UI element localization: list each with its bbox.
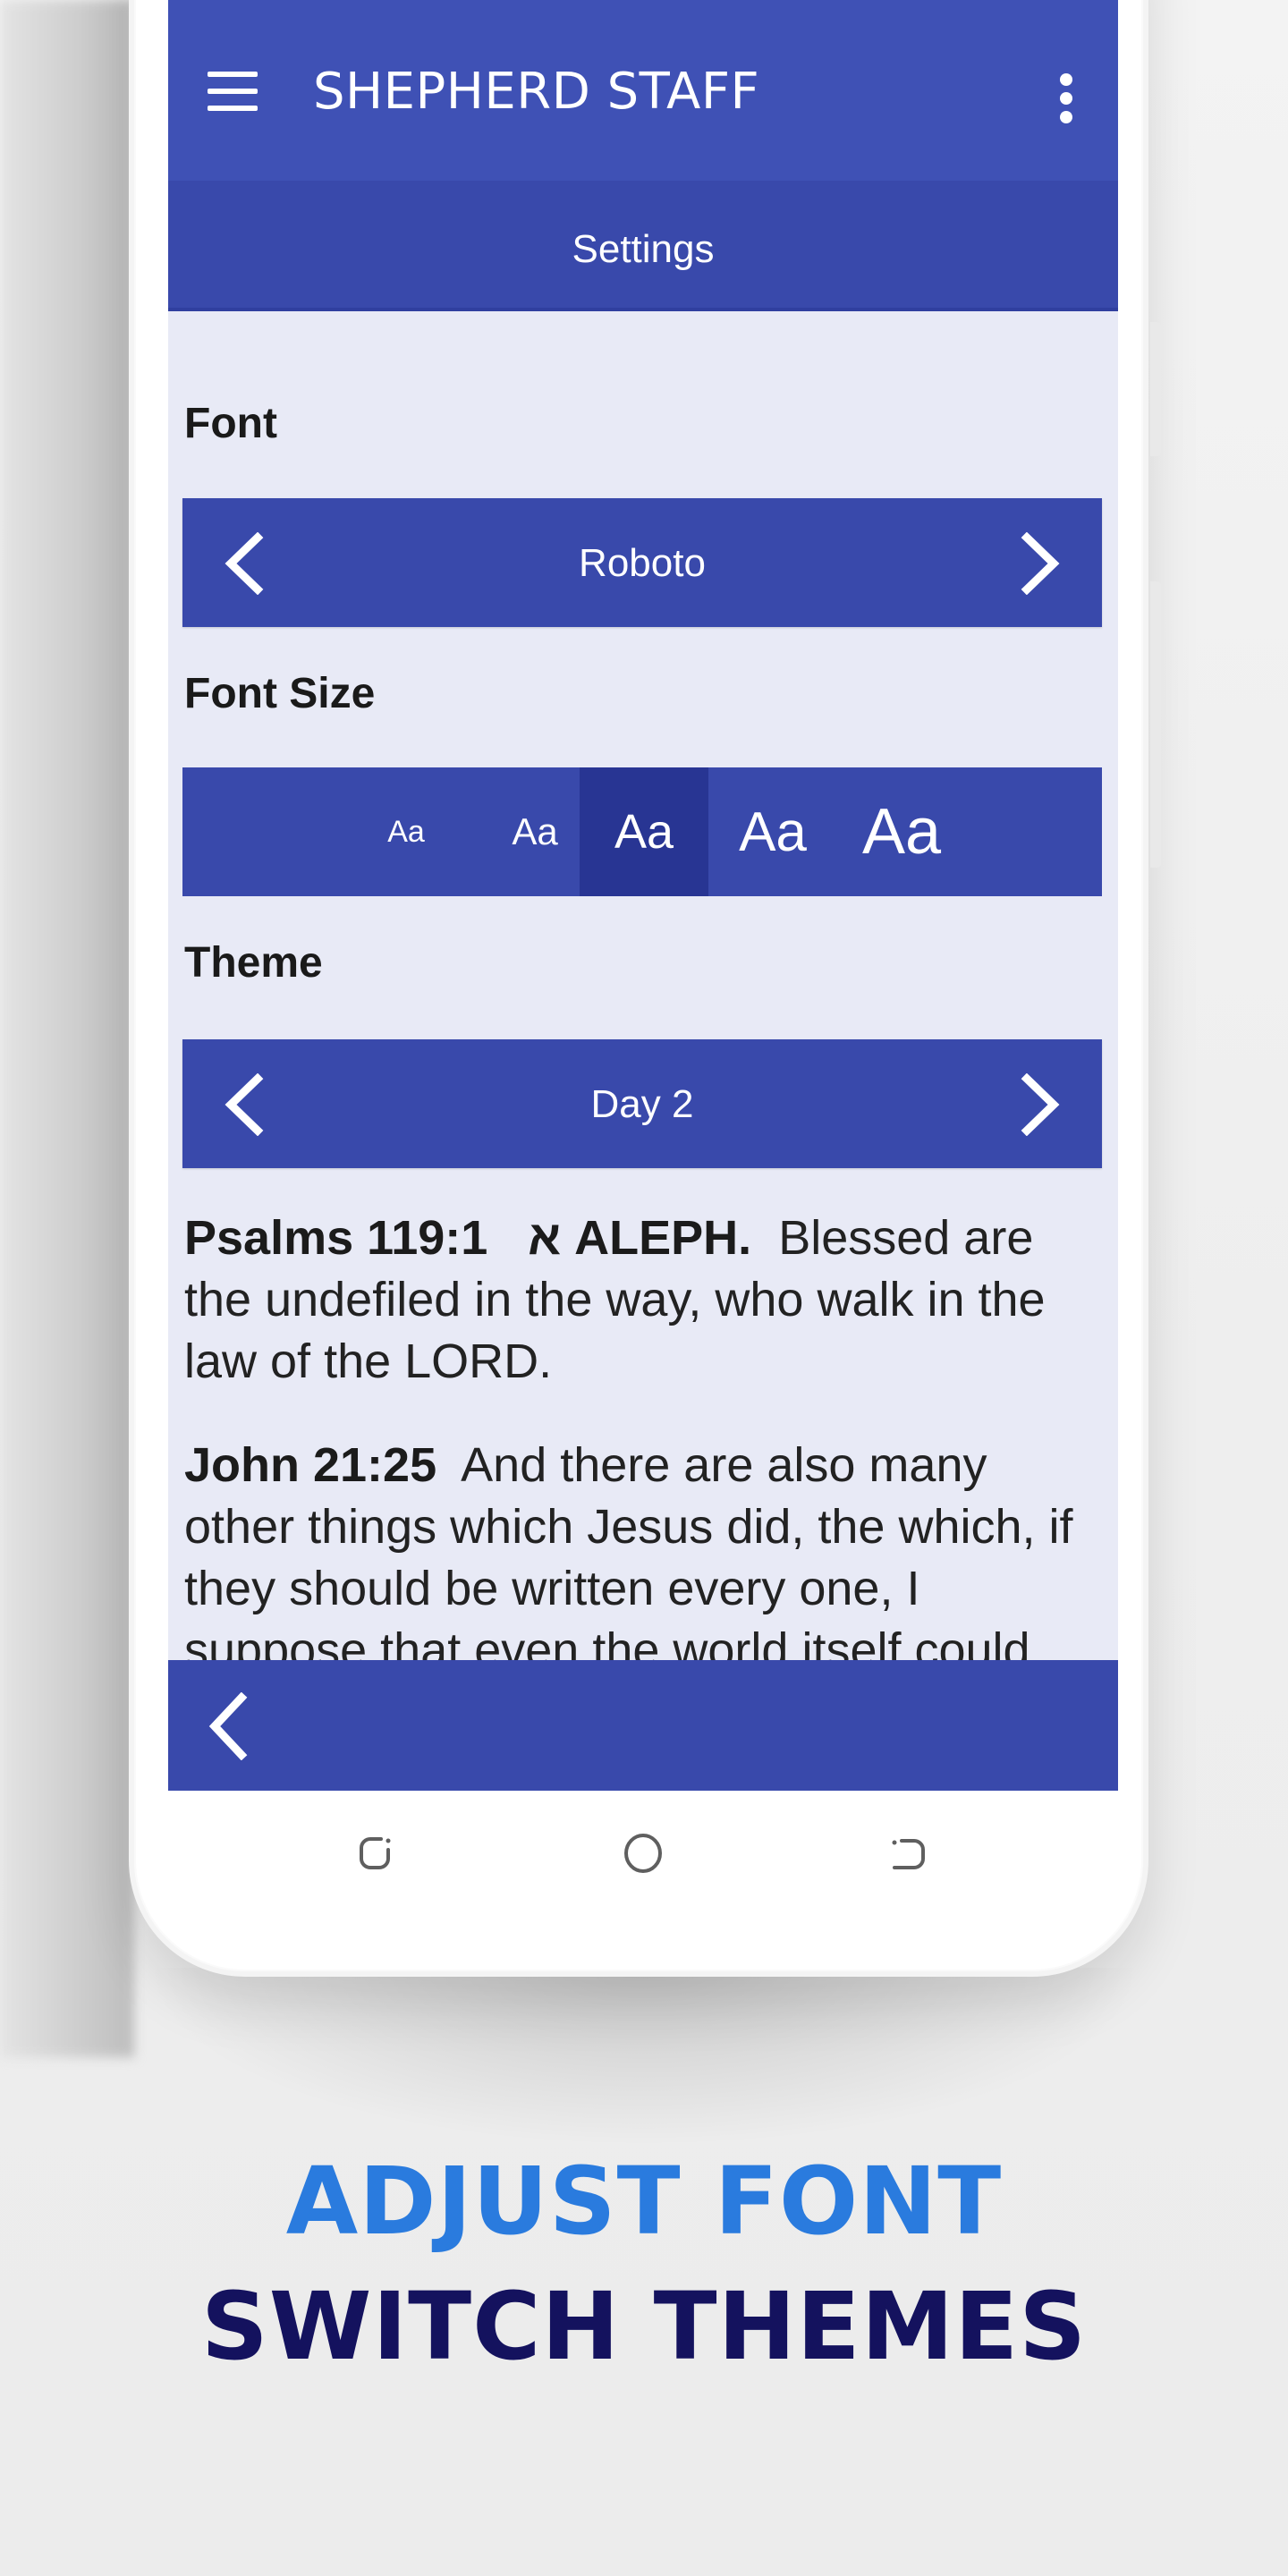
promo-headline-switch-themes: SWITCH THEMES <box>200 2272 1088 2381</box>
app-title: SHEPHERD STAFF <box>313 63 760 121</box>
preview-verse: Psalms 119:1 א ALEPH. Blessed are the un… <box>184 1208 1106 1393</box>
font-size-option-1[interactable]: Aa <box>342 767 470 896</box>
chevron-right-icon[interactable] <box>1013 1072 1066 1137</box>
phone-volume-button <box>1150 581 1161 868</box>
font-size-option-4[interactable]: Aa <box>708 767 837 896</box>
phone-side-button <box>1150 322 1161 456</box>
app-screen: SHEPHERD STAFF Settings Font Roboto Font… <box>168 0 1118 1791</box>
font-selector: Roboto <box>182 498 1102 627</box>
more-vert-icon[interactable] <box>1055 73 1077 123</box>
bottom-bar <box>168 1660 1118 1791</box>
verse-reference: John 21:25 <box>184 1438 437 1492</box>
font-value: Roboto <box>579 541 706 585</box>
system-navigation-bar <box>168 1791 1118 1916</box>
promo-headline-adjust-font: ADJUST FONT <box>285 2147 1003 2256</box>
font-size-selector: Aa Aa Aa Aa Aa <box>182 767 1102 896</box>
chevron-right-icon[interactable] <box>1013 531 1066 596</box>
hamburger-menu-icon[interactable] <box>208 72 261 113</box>
preview-verse: John 21:25 And there are also many other… <box>184 1435 1106 1682</box>
chevron-left-icon[interactable] <box>202 1691 256 1761</box>
recent-apps-icon[interactable] <box>354 1830 401 1877</box>
background-shadow <box>0 0 134 2057</box>
system-back-icon[interactable] <box>886 1830 932 1877</box>
theme-value: Day 2 <box>590 1082 694 1126</box>
verse-reference: Psalms 119:1 <box>184 1211 488 1265</box>
screen-title: Settings <box>572 227 715 271</box>
font-size-label: Font Size <box>184 670 376 717</box>
app-bar: SHEPHERD STAFF <box>168 0 1118 181</box>
theme-selector: Day 2 <box>182 1039 1102 1168</box>
screen-header: Settings <box>168 181 1118 311</box>
verse-heading: א ALEPH. <box>528 1211 752 1265</box>
phone-drop-shadow <box>143 1968 1145 2147</box>
font-size-option-3-selected[interactable]: Aa <box>580 767 708 896</box>
font-size-option-5[interactable]: Aa <box>837 767 966 896</box>
home-circle-icon[interactable] <box>620 1830 666 1877</box>
font-label: Font <box>184 400 277 447</box>
theme-label: Theme <box>184 939 323 987</box>
